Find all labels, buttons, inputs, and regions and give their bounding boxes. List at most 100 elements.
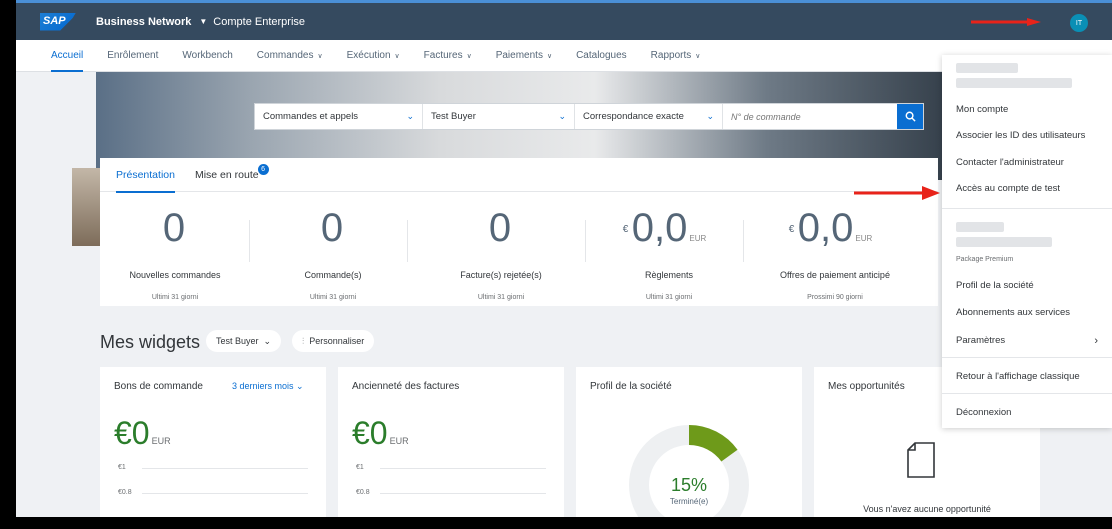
divider <box>585 220 586 262</box>
search-match-value: Correspondance exacte <box>583 111 684 122</box>
buyer-filter-value: Test Buyer <box>216 336 259 346</box>
kpi-value: 0 <box>163 206 187 261</box>
kpi-early-payment[interactable]: €0,0 EUR Offres de paiement anticipé Pros… <box>752 192 918 306</box>
tab-presentation[interactable]: Présentation <box>116 158 175 193</box>
kpi-orders[interactable]: 0 Commande(s) Ultimi 31 giorni <box>258 192 408 306</box>
nav-label: Factures <box>423 50 463 61</box>
empty-state-text: Vous n'avez aucune opportunité <box>863 504 991 514</box>
order-number-input[interactable] <box>723 104 883 129</box>
nav-catalogues[interactable]: Catalogues <box>576 40 627 72</box>
chevron-down-icon: ⌄ <box>296 381 304 391</box>
kpi-settlements[interactable]: €0,0 EUR Règlements Ultimi 31 giorni <box>594 192 744 306</box>
nav-paiements[interactable]: Paiements ∨ <box>496 40 552 72</box>
completion-status: Terminé(e) <box>669 497 709 506</box>
donut-progress <box>688 425 738 462</box>
kpi-unit: EUR <box>855 234 873 243</box>
nav-label: Rapports <box>650 50 692 61</box>
settings-sliders-icon: ⫶ <box>302 335 305 346</box>
menu-my-account[interactable]: Mon compte <box>956 104 1008 115</box>
kpi-label: Nouvelles commandes <box>129 270 221 280</box>
search-button[interactable] <box>897 104 923 129</box>
user-avatar[interactable]: IT <box>1070 14 1088 32</box>
kpi-unit: EUR <box>689 234 707 243</box>
kpi-number: 0,0 <box>631 206 688 250</box>
kpi-number: 0 <box>320 206 344 250</box>
nav-workbench[interactable]: Workbench <box>182 40 232 72</box>
redacted-email <box>956 78 1072 88</box>
menu-company-profile[interactable]: Profil de la société <box>956 280 1034 291</box>
nav-label: Commandes <box>256 50 314 61</box>
widgets-title: Mes widgets <box>100 332 201 352</box>
menu-logout[interactable]: Déconnexion <box>956 407 1011 418</box>
kpi-rejected-invoices[interactable]: 0 Facture(s) rejetée(s) Ultimi 31 giorni <box>416 192 586 306</box>
package-label: Package Premium <box>956 256 1014 263</box>
chevron-down-icon: ⌄ <box>706 111 714 121</box>
kpi-period: Ultimi 31 giorni <box>477 294 525 301</box>
nav-label: Accueil <box>51 50 84 61</box>
widget-company-profile[interactable]: Profil de la société 15% Terminé(e) <box>576 367 802 517</box>
annotation-arrow-icon <box>971 18 1041 26</box>
tab-label: Mise en route <box>194 168 259 181</box>
kpi-currency: € <box>788 224 795 235</box>
search-scope-value: Commandes et appels <box>263 111 359 122</box>
menu-classic-view[interactable]: Retour à l'affichage classique <box>956 371 1080 382</box>
kpi-label: Facture(s) rejetée(s) <box>460 270 542 280</box>
kpi-period: Ultimi 31 giorni <box>151 294 199 301</box>
banner-side-image <box>72 168 102 246</box>
menu-service-subscriptions[interactable]: Abonnements aux services <box>956 307 1070 318</box>
account-type[interactable]: Compte Enterprise <box>213 16 305 28</box>
nav-label: Enrôlement <box>107 50 159 61</box>
nav-commandes[interactable]: Commandes ∨ <box>257 40 323 72</box>
search-customer-value: Test Buyer <box>431 111 476 122</box>
axis-tick: €0.8 <box>118 489 308 496</box>
chevron-down-icon: ⌄ <box>406 111 414 121</box>
kpi-row: 0 Nouvelles commandes Ultimi 31 giorni 0… <box>100 192 938 306</box>
app-title[interactable]: Business Network <box>96 16 191 28</box>
amount-unit: EUR <box>151 436 171 446</box>
buyer-filter-select[interactable]: Test Buyer ⌄ <box>206 330 282 352</box>
nav-label: Catalogues <box>576 50 627 61</box>
tab-mise-en-route[interactable]: Mise en route 6 <box>194 158 269 192</box>
kpi-label: Offres de paiement anticipé <box>780 270 890 280</box>
nav-rapports[interactable]: Rapports ∨ <box>651 40 701 72</box>
amount-value: €0 <box>114 415 150 451</box>
chevron-down-icon: ⌄ <box>558 111 566 121</box>
divider <box>249 220 250 262</box>
nav-enrolement[interactable]: Enrôlement <box>107 40 158 72</box>
menu-contact-admin[interactable]: Contacter l'administrateur <box>956 157 1064 168</box>
menu-link-user-ids[interactable]: Associer les ID des utilisateurs <box>956 130 1085 141</box>
document-icon <box>907 442 935 478</box>
range-value: 3 derniers mois <box>232 381 294 391</box>
caret-down-icon[interactable]: ▼ <box>199 17 207 26</box>
customize-button[interactable]: ⫶ Personnaliser <box>292 330 375 352</box>
axis-tick: €1 <box>118 464 308 471</box>
chevron-right-icon: › <box>1094 335 1098 347</box>
nav-accueil[interactable]: Accueil <box>51 40 84 72</box>
amount-value: €0 <box>352 415 388 451</box>
menu-settings[interactable]: Paramètres › <box>956 335 1098 347</box>
nav-execution[interactable]: Exécution ∨ <box>347 40 400 72</box>
chevron-down-icon: ∨ <box>317 52 323 60</box>
kpi-label: Commande(s) <box>304 270 362 280</box>
range-select[interactable]: 3 derniers mois ⌄ <box>232 381 304 392</box>
nav-factures[interactable]: Factures ∨ <box>424 40 472 72</box>
search-customer-select[interactable]: Test Buyer ⌄ <box>423 104 575 129</box>
aging-amount: €0 EUR <box>352 415 409 452</box>
chevron-down-icon: ∨ <box>394 52 400 60</box>
kpi-number: 0 <box>162 206 186 250</box>
kpi-value: 0 <box>321 206 345 261</box>
divider <box>942 393 1112 394</box>
menu-test-account[interactable]: Accès au compte de test <box>956 183 1060 194</box>
search-scope-select[interactable]: Commandes et appels ⌄ <box>255 104 423 129</box>
search-match-select[interactable]: Correspondance exacte ⌄ <box>575 104 723 129</box>
kpi-value: €0,0 EUR <box>789 206 873 261</box>
kpi-currency: € <box>622 224 629 235</box>
widget-purchase-orders: Bons de commande 3 derniers mois ⌄ €0 EUR… <box>100 367 326 517</box>
divider <box>407 220 408 262</box>
notification-badge: 6 <box>257 163 269 175</box>
kpi-value: €0,0 EUR <box>623 206 707 261</box>
kpi-new-orders[interactable]: 0 Nouvelles commandes Ultimi 31 giorni <box>100 192 250 306</box>
chevron-down-icon: ∨ <box>546 52 553 60</box>
sap-logo[interactable]: SAP <box>40 12 76 31</box>
amount-unit: EUR <box>389 436 409 446</box>
